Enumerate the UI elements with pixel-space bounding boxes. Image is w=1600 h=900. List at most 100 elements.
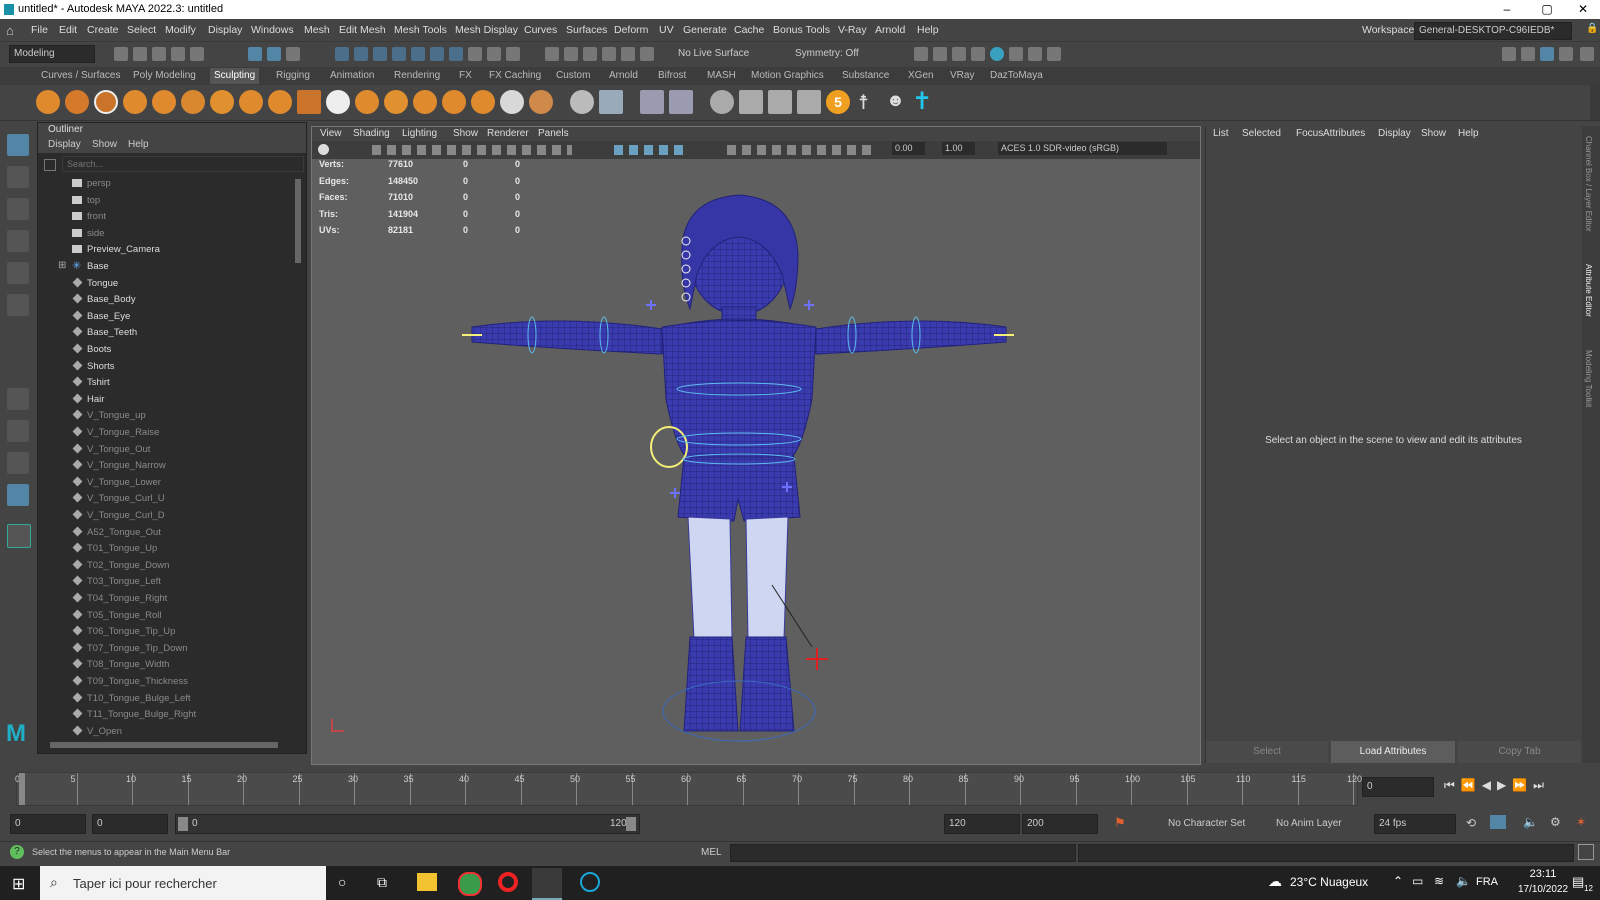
outliner-item[interactable]: top (38, 192, 298, 208)
volume-icon[interactable]: 🔈 (1456, 874, 1471, 888)
color-space-dropdown[interactable]: ACES 1.0 SDR-video (sRGB) (998, 142, 1167, 155)
scene-view[interactable] (312, 159, 1200, 764)
outliner-item[interactable]: V_Tongue_up (38, 407, 298, 423)
outliner-item[interactable]: V_Tongue_Lower (38, 474, 298, 490)
snap-pivot-icon[interactable] (449, 47, 463, 61)
current-time-marker[interactable] (19, 773, 25, 805)
outliner-item[interactable]: T08_Tongue_Width (38, 656, 298, 672)
shelf-tab-vray[interactable]: VRay (950, 70, 974, 81)
pause-icon[interactable] (1047, 47, 1061, 61)
outliner-persp-layout-icon[interactable] (7, 484, 29, 506)
animation-prefs-icon[interactable]: ✶ (1576, 815, 1586, 829)
layers-icon[interactable] (768, 90, 792, 114)
home-icon[interactable]: ⌂ (6, 23, 14, 38)
character-mesh[interactable] (471, 194, 1007, 732)
attr-menu-list[interactable]: List (1213, 128, 1229, 139)
viewport-menu-renderer[interactable]: Renderer (487, 128, 529, 139)
tray-icon[interactable]: ▭ (1412, 874, 1423, 888)
ipr-render-icon[interactable] (564, 47, 578, 61)
menu-modify[interactable]: Modify (165, 24, 196, 36)
wifi-icon[interactable]: ≋ (1434, 874, 1444, 888)
shelf-tab-curves-surfaces[interactable]: Curves / Surfaces (41, 70, 120, 81)
range-end-handle[interactable] (626, 817, 636, 831)
select-by-component-icon[interactable] (286, 47, 300, 61)
shelf-tab-motion-graphics[interactable]: Motion Graphics (751, 70, 824, 81)
camera-tools-icons[interactable] (372, 145, 572, 155)
search-icon[interactable] (7, 524, 31, 548)
load-attributes-button[interactable]: Load Attributes (1331, 741, 1455, 763)
figure-icon[interactable]: ☨ (858, 90, 869, 115)
playback-controls[interactable]: ⏮⏪◀▶⏩⏭ (1444, 778, 1550, 793)
outliner-item[interactable]: Base_Eye (38, 308, 298, 324)
shelf-tab-animation[interactable]: Animation (330, 70, 374, 81)
outliner-item[interactable]: Base_Body (38, 291, 298, 307)
clock-time[interactable]: 23:11 (1518, 868, 1568, 880)
menu-vray[interactable]: V-Ray (838, 24, 867, 36)
outliner-menu-display[interactable]: Display (48, 139, 81, 150)
time-slider[interactable]: 0 5 10 15 20 25 30 35 40 45 50 55 60 65 70 75 80 85 90 95 10… (0, 768, 1600, 808)
menu-file[interactable]: File (31, 24, 48, 36)
viewport-menu-lighting[interactable]: Lighting (402, 128, 437, 139)
viewport-menu-shading[interactable]: Shading (353, 128, 390, 139)
minimize-button[interactable]: – (1492, 2, 1522, 16)
sound-icon[interactable]: 🔈 (1523, 815, 1538, 829)
stamp-icon[interactable] (797, 90, 821, 114)
range-bar[interactable]: 0 120 (175, 814, 640, 834)
repeat-tool-icon[interactable] (268, 90, 292, 114)
outliner-item[interactable]: T01_Tongue_Up (38, 540, 298, 556)
outliner-item[interactable]: T03_Tongue_Left (38, 573, 298, 589)
symmetry-dropdown[interactable]: Symmetry: Off (790, 45, 878, 63)
save-scene-icon[interactable] (152, 47, 166, 61)
outliner-item[interactable]: Shorts (38, 358, 298, 374)
outliner-item[interactable]: V_Tongue_Out (38, 441, 298, 457)
taskbar-search-box[interactable]: ⌕ Taper ici pour rechercher (40, 866, 326, 900)
menu-bonus-tools[interactable]: Bonus Tools (773, 24, 830, 36)
viewport-menu-view[interactable]: View (320, 128, 342, 139)
menu-curves[interactable]: Curves (524, 24, 557, 36)
menu-cache[interactable]: Cache (734, 24, 764, 36)
shelf-tab-mash[interactable]: MASH (707, 70, 736, 81)
outliner-item[interactable]: V_Tongue_Curl_U (38, 490, 298, 506)
select-button[interactable]: Select (1206, 741, 1328, 763)
viewport-menu-panels[interactable]: Panels (538, 128, 569, 139)
outliner-item[interactable]: V_Open (38, 723, 298, 739)
render-current-frame-icon[interactable] (933, 47, 947, 61)
anim-layer-dropdown[interactable]: No Anim Layer (1276, 818, 1342, 829)
pinch-tool-icon[interactable] (152, 90, 176, 114)
outliner-search-input[interactable] (62, 156, 304, 172)
outliner-item[interactable]: T07_Tongue_Tip_Down (38, 640, 298, 656)
snap-live-icon[interactable] (411, 47, 425, 61)
camera-select-icon[interactable] (318, 144, 329, 155)
shelf-tab-fx-caching[interactable]: FX Caching (489, 70, 541, 81)
lasso-tool-icon[interactable] (7, 166, 29, 188)
select-tool-icon[interactable] (7, 134, 29, 156)
foamy-tool-icon[interactable] (210, 90, 234, 114)
range-start-handle[interactable] (178, 817, 188, 831)
arnold-render-icon[interactable] (990, 47, 1004, 61)
file-explorer-icon[interactable] (417, 873, 437, 891)
cortana-icon[interactable]: ○ (338, 874, 346, 890)
relax-tool-icon[interactable] (94, 90, 118, 114)
expand-icon[interactable]: ⊞ (58, 260, 66, 271)
texture-icon[interactable] (739, 90, 763, 114)
auto-key-icon[interactable]: ⚑ (1114, 815, 1126, 831)
modeling-toolkit-toggle-icon[interactable] (1580, 47, 1594, 61)
imprint-tool-icon[interactable] (297, 90, 321, 114)
shelf-tab-rigging[interactable]: Rigging (276, 70, 310, 81)
chrome-icon[interactable] (458, 872, 482, 896)
snap-point-icon[interactable] (373, 47, 387, 61)
copy-tab-button[interactable]: Copy Tab (1458, 741, 1581, 763)
filter-icon[interactable] (44, 159, 56, 171)
attr-menu-attributes[interactable]: Attributes (1323, 128, 1365, 139)
input-language[interactable]: FRA (1476, 876, 1498, 888)
select-by-object-icon[interactable] (267, 47, 281, 61)
snap-settings-icon[interactable] (468, 47, 482, 61)
outliner-item[interactable]: V_Tongue_Raise (38, 424, 298, 440)
shelf-tab-daztomaya[interactable]: DazToMaya (990, 70, 1043, 81)
smooth-tool-icon[interactable] (65, 90, 89, 114)
outliner-item[interactable]: T09_Tongue_Thickness (38, 673, 298, 689)
rig-controls[interactable] (331, 236, 1014, 742)
grab-tool-icon[interactable] (123, 90, 147, 114)
menu-edit-mesh[interactable]: Edit Mesh (339, 24, 386, 36)
move-tool-icon[interactable] (7, 230, 29, 252)
